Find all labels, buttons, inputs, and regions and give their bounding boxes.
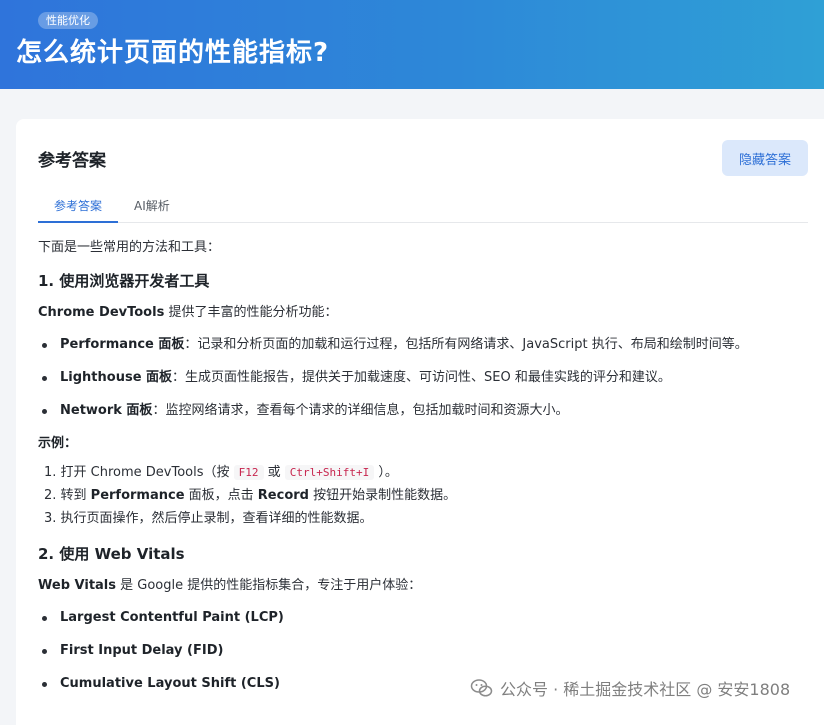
web-vitals-bold: Web Vitals (38, 578, 116, 593)
devtools-panel-list: Performance 面板：记录和分析页面的加载和运行过程，包括所有网络请求、… (38, 334, 808, 422)
list-item: Largest Contentful Paint (LCP) (38, 607, 808, 629)
step-text: 面板，点击 (184, 488, 258, 503)
heading-text: 2. 使用 (38, 545, 95, 563)
list-item: Network 面板：监控网络请求，查看每个请求的详细信息，包括加载时间和资源大… (38, 400, 808, 422)
category-tag[interactable]: 性能优化 (38, 12, 98, 29)
section-2-lead: Web Vitals 是 Google 提供的性能指标集合，专注于用户体验： (38, 575, 808, 597)
watermark-text: 公众号 · 稀土掘金技术社区 @ 安安1808 (500, 680, 791, 699)
list-item-title: Cumulative Layout Shift (CLS) (60, 676, 280, 691)
section-1-lead-text: 提供了丰富的性能分析功能： (164, 305, 338, 320)
list-item-text: ：生成页面性能报告，提供关于加载速度、可访问性、SEO 和最佳实践的评分和建议。 (172, 370, 671, 385)
step-text: 1. 打开 Chrome DevTools（按 (44, 465, 234, 480)
step-item: 1. 打开 Chrome DevTools（按 F12 或 Ctrl+Shift… (38, 461, 808, 484)
watermark: 公众号 · 稀土掘金技术社区 @ 安安1808 (470, 676, 790, 700)
step-text: 2. 转到 (44, 488, 91, 503)
list-item: First Input Delay (FID) (38, 640, 808, 662)
card-header: 参考答案 隐藏答案 (38, 119, 808, 197)
tab-bar: 参考答案 AI解析 (38, 197, 808, 223)
answer-content: 下面是一些常用的方法和工具： 1. 使用浏览器开发者工具 Chrome DevT… (38, 223, 808, 695)
list-item-title: First Input Delay (FID) (60, 643, 224, 658)
list-item-text: ：监控网络请求，查看每个请求的详细信息，包括加载时间和资源大小。 (152, 403, 569, 418)
answer-card: 参考答案 隐藏答案 参考答案 AI解析 下面是一些常用的方法和工具： 1. 使用… (16, 119, 824, 725)
example-steps: 1. 打开 Chrome DevTools（按 F12 或 Ctrl+Shift… (38, 461, 808, 530)
step-item: 2. 转到 Performance 面板，点击 Record 按钮开始录制性能数… (38, 484, 808, 507)
card-title: 参考答案 (38, 150, 106, 171)
intro-text: 下面是一些常用的方法和工具： (38, 240, 221, 255)
list-item: Performance 面板：记录和分析页面的加载和运行过程，包括所有网络请求、… (38, 334, 808, 356)
code-ctrl-shift-i: Ctrl+Shift+I (284, 465, 375, 480)
devtools-bold: Chrome DevTools (38, 305, 165, 320)
example-label-text: 示例： (38, 436, 78, 451)
step-text: 或 (263, 465, 285, 480)
section-2-lead-text: 是 Google 提供的性能指标集合，专注于用户体验： (116, 578, 422, 593)
section-2-heading: 2. 使用 Web Vitals (38, 542, 808, 566)
tab-reference-answer[interactable]: 参考答案 (38, 197, 119, 223)
step-text: 按钮开始录制性能数据。 (308, 488, 457, 503)
list-item-title: Lighthouse 面板 (60, 370, 173, 385)
step-item: 3. 执行页面操作，然后停止录制，查看详细的性能数据。 (44, 511, 373, 526)
step-bold: Performance (90, 488, 185, 503)
list-item-title: Performance 面板 (60, 337, 185, 352)
list-item-title: Largest Contentful Paint (LCP) (60, 610, 284, 625)
code-f12: F12 (233, 465, 264, 480)
section-1-lead: Chrome DevTools 提供了丰富的性能分析功能： (38, 302, 808, 324)
list-item: Lighthouse 面板：生成页面性能报告，提供关于加载速度、可访问性、SEO… (38, 367, 808, 389)
step-bold: Record (257, 488, 309, 503)
example-label: 示例： (38, 433, 808, 455)
section-1-heading: 1. 使用浏览器开发者工具 (38, 272, 210, 290)
list-item-text: ：记录和分析页面的加载和运行过程，包括所有网络请求、JavaScript 执行、… (184, 337, 748, 352)
heading-text: Web Vitals (94, 545, 185, 563)
page-header: 性能优化 怎么统计页面的性能指标? (0, 0, 824, 89)
step-text: ）。 (374, 465, 398, 480)
tab-ai-analysis[interactable]: AI解析 (118, 197, 186, 223)
wechat-icon (470, 679, 493, 697)
list-item-title: Network 面板 (60, 403, 153, 418)
hide-answer-button[interactable]: 隐藏答案 (722, 140, 808, 176)
page-title: 怎么统计页面的性能指标? (16, 38, 330, 68)
